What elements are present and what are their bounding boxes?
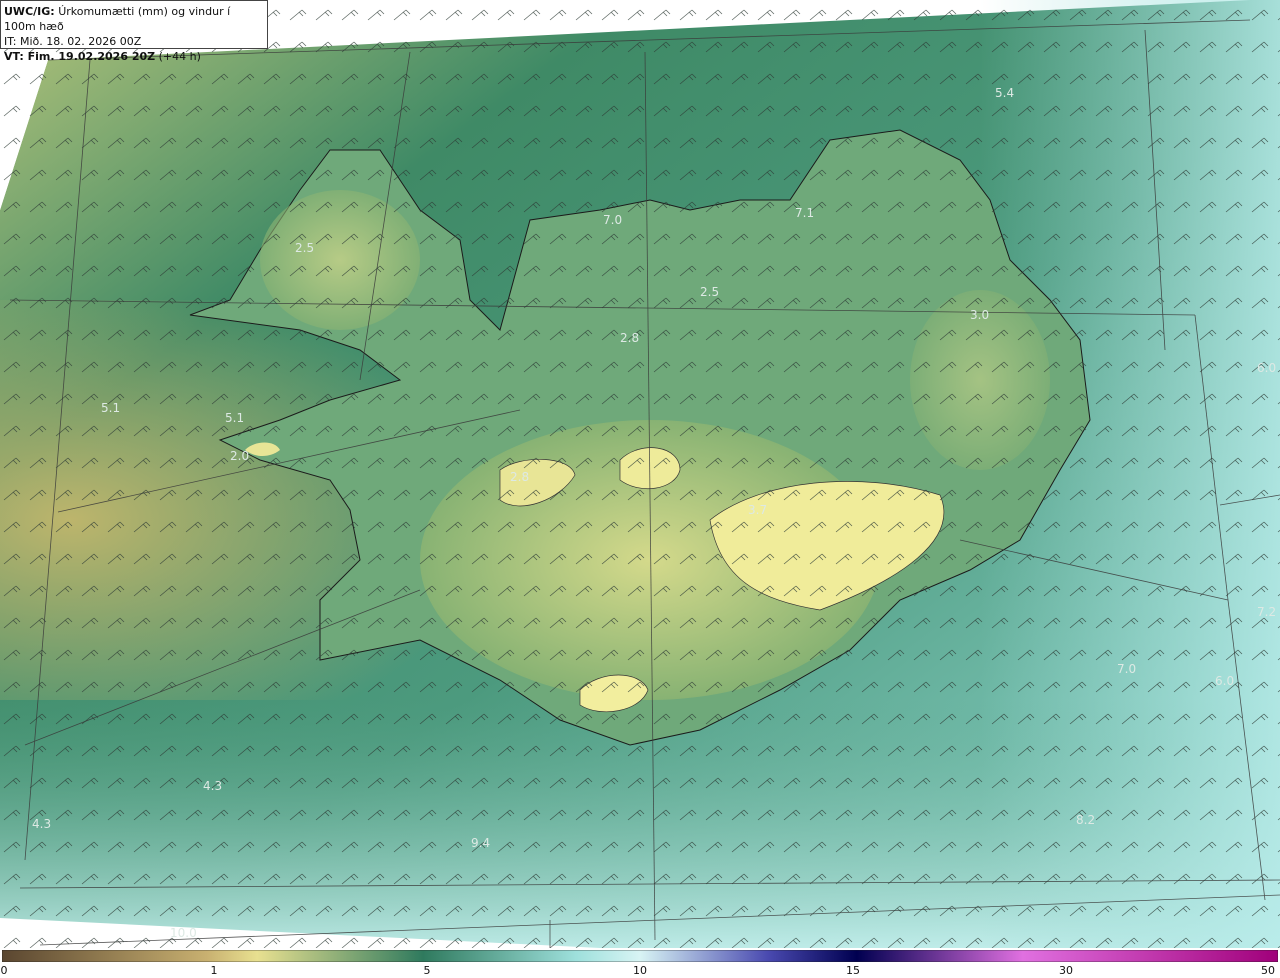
colorbar: 0 1 5 10 15 30 50 [0,948,1280,978]
map-label: 4.3 [203,779,222,793]
colorbar-tick: 50 [1261,964,1275,977]
map-label: 2.8 [510,470,529,484]
map-label: 7.0 [603,213,622,227]
weather-map: 5.4 7.0 7.1 2.5 2.8 2.5 3.0 6.0 5.1 5.1 … [0,0,1280,948]
product-code: UWC/IG: [4,5,55,18]
map-label: 8.2 [1076,813,1095,827]
map-label: 2.5 [700,285,719,299]
wind-barbs [0,0,1280,948]
map-label: 7.2 [1257,605,1276,619]
map-label: 6.0 [1257,361,1276,375]
colorbar-strip [2,950,1278,962]
map-label: 7.1 [795,206,814,220]
map-label: 3.0 [970,308,989,322]
valid-time-line: VT: Fim. 19.02.2026 20Z (+44 h) [4,49,264,64]
init-time: IT: Mið. 18. 02. 2026 00Z [4,35,142,48]
colorbar-tick: 1 [210,964,218,977]
map-label: 6.0 [1215,674,1234,688]
map-label: 2.0 [230,449,249,463]
forecast-offset: (+44 h) [158,50,201,63]
map-label: 2.5 [295,241,314,255]
colorbar-tick: 10 [633,964,647,977]
valid-time: VT: Fim. 19.02.2026 20Z [4,50,156,63]
map-label: 4.3 [32,817,51,831]
map-label: 5.4 [995,86,1014,100]
colorbar-tick: 30 [1059,964,1073,977]
map-label: 2.8 [620,331,639,345]
map-label: 10.0 [170,926,197,940]
map-label: 5.1 [101,401,120,415]
map-label: 3.7 [748,503,767,517]
header-title-line: UWC/IG: Úrkomumætti (mm) og vindur í 100… [4,4,264,34]
map-label: 9.4 [471,836,490,850]
map-header: UWC/IG: Úrkomumætti (mm) og vindur í 100… [0,0,268,63]
map-label: 5.1 [225,411,244,425]
colorbar-tick: 15 [846,964,860,977]
map-label: 7.0 [1117,662,1136,676]
colorbar-tick: 0 [0,964,8,977]
colorbar-tick: 5 [423,964,431,977]
